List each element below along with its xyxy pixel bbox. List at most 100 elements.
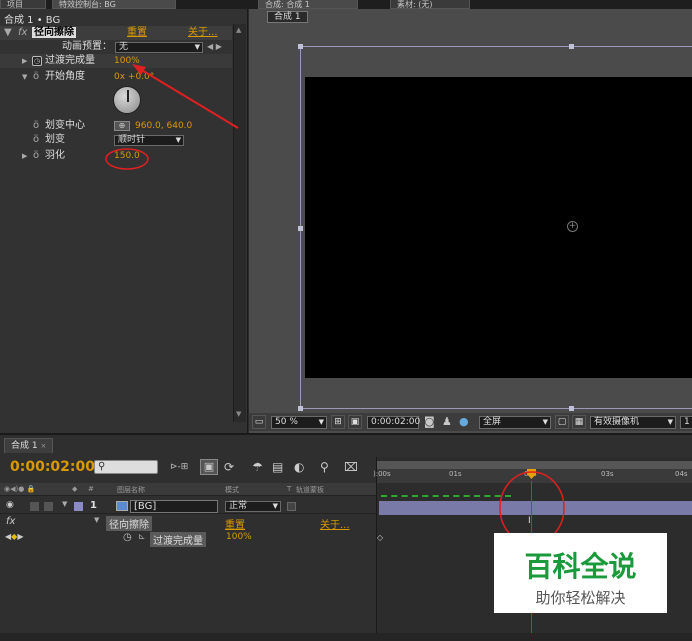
- fx-switch[interactable]: fx: [6, 516, 15, 527]
- ruler-label: ):00s: [373, 470, 391, 478]
- live-update-icon[interactable]: ▣: [200, 459, 218, 475]
- composition-panel: 合成 1 + ▭ 50 % ▼ ⊞ ▣ 0:00:02:00 ◙ ♟ ● 全屏 ▼ …: [249, 9, 692, 433]
- resolution-dropdown[interactable]: 全屏 ▼: [479, 416, 551, 429]
- watermark-subtitle: 助你轻松解决: [535, 589, 626, 607]
- always-preview-icon[interactable]: ▭: [252, 415, 266, 429]
- mode-dropdown[interactable]: 正常 ▼: [225, 501, 281, 512]
- track-matte-header: 轨道蒙板: [296, 486, 324, 494]
- layer-number: 1: [90, 500, 97, 511]
- mode-header: 模式: [225, 486, 239, 494]
- timeline-property-row[interactable]: ◀◆▶ ◷ ⊾ 过渡完成量 100%: [0, 531, 376, 547]
- annotation-arrowhead: [132, 64, 146, 75]
- motion-blur-icon[interactable]: ◐: [294, 460, 304, 474]
- layer-header-row: ◉◀)● 🔒 ◆ # 图层名称 模式 T 轨道蒙板: [0, 483, 376, 496]
- title-safe-icon[interactable]: ⊞: [331, 415, 345, 429]
- chevron-down-icon: ▼: [318, 418, 324, 426]
- label-icon: ◆: [72, 485, 78, 493]
- preserve-transparency-checkbox[interactable]: [287, 502, 296, 511]
- tab-composition[interactable]: 合成: 合成 1: [258, 0, 358, 9]
- graph-icon[interactable]: ⊾: [138, 532, 146, 542]
- comp-mini-flowchart-icon[interactable]: ⊳-⊞: [170, 462, 188, 472]
- camera-value: 有效摄像机: [594, 417, 640, 427]
- transform-handle[interactable]: [569, 406, 574, 411]
- footage-icon: [116, 501, 128, 511]
- timeline-tab-label: 合成 1: [11, 441, 38, 451]
- search-icon: ⚲: [98, 461, 106, 472]
- transparency-grid-icon[interactable]: ▦: [572, 415, 586, 429]
- transform-handle[interactable]: [298, 406, 303, 411]
- close-icon[interactable]: ×: [40, 442, 46, 450]
- about-link[interactable]: 关于...: [320, 516, 350, 531]
- ram-preview-bar: [381, 495, 511, 498]
- keyframe-nav-icon[interactable]: ◀◆▶: [5, 532, 23, 541]
- watermark: 百科全说 助你轻松解决: [494, 533, 667, 613]
- draft-3d-icon[interactable]: ⟳: [224, 460, 234, 474]
- chevron-down-icon: ▼: [542, 418, 548, 426]
- scroll-down-icon[interactable]: ▼: [236, 410, 241, 418]
- current-time[interactable]: 0:00:02:00: [10, 459, 95, 475]
- eye-icon[interactable]: ◉: [6, 500, 14, 510]
- solo-switch[interactable]: [30, 502, 39, 511]
- lock-switch[interactable]: [44, 502, 53, 511]
- tab-composition-label: 合成: 合成 1: [265, 0, 310, 9]
- frame-blend-icon[interactable]: ▤: [272, 460, 283, 474]
- resolution-value: 全屏: [483, 417, 502, 427]
- keyframe-icon[interactable]: ◇: [377, 533, 383, 542]
- reset-link[interactable]: 重置: [225, 516, 245, 531]
- graph-editor-icon[interactable]: ⚲: [320, 460, 329, 474]
- annotation-circle-feather: [105, 148, 149, 170]
- twirl-open-icon[interactable]: ▼: [94, 516, 99, 524]
- timeline-tab[interactable]: 合成 1 ×: [4, 438, 54, 453]
- twirl-open-icon[interactable]: ▼: [62, 500, 67, 508]
- anchor-point-icon[interactable]: +: [567, 221, 578, 232]
- comp-tab[interactable]: 合成 1: [267, 11, 308, 23]
- label-color-swatch[interactable]: [74, 502, 83, 511]
- viewer-toolbar: ▭ 50 % ▼ ⊞ ▣ 0:00:02:00 ◙ ♟ ● 全屏 ▼ ▢ ▦ 有效摄…: [249, 413, 692, 431]
- property-value[interactable]: 100%: [226, 532, 252, 542]
- layer-search-input[interactable]: ⚲: [94, 460, 158, 474]
- comp-tab-label: 合成 1: [274, 12, 301, 22]
- brainstorm-icon[interactable]: ⌧: [344, 460, 358, 474]
- tab-footage-label: 素材: (无): [397, 0, 433, 9]
- number-header: #: [88, 485, 94, 493]
- watermark-title: 百科全说: [524, 550, 637, 583]
- views-dropdown[interactable]: 1: [680, 416, 692, 429]
- layer-name[interactable]: [BG]: [130, 500, 218, 513]
- layer-row[interactable]: ◉ ▼ 1 [BG] 正常 ▼: [0, 499, 376, 514]
- layer-name-text: [BG]: [134, 501, 157, 512]
- tab-footage[interactable]: 素材: (无): [390, 0, 470, 9]
- shy-icon[interactable]: ☂: [252, 460, 263, 474]
- comp-canvas[interactable]: +: [305, 77, 692, 378]
- views-value: 1: [684, 417, 690, 427]
- show-snapshot-icon[interactable]: ♟: [442, 415, 452, 428]
- timecode-field[interactable]: 0:00:02:00: [367, 416, 421, 429]
- effect-name[interactable]: 径向擦除: [106, 516, 152, 531]
- channel-icon[interactable]: ●: [459, 415, 469, 428]
- timecode-value: 0:00:02:00: [371, 417, 421, 427]
- timeline-status-bar: [0, 633, 692, 641]
- av-switches-icon: ◉◀)● 🔒: [4, 485, 36, 493]
- ruler-label: 03s: [601, 470, 614, 478]
- ruler-label: 01s: [449, 470, 462, 478]
- ruler-label: 04s: [675, 470, 688, 478]
- transform-handle[interactable]: [569, 44, 574, 49]
- transform-handle[interactable]: [298, 44, 303, 49]
- timeline-panel: 合成 1 × 0:00:02:00 ⚲ ⊳-⊞ ▣ ⟳ ☂ ▤ ◐ ⚲ ⌧ ◉◀…: [0, 433, 692, 641]
- zoom-value: 50 %: [275, 417, 298, 427]
- t-header: T: [287, 485, 292, 493]
- property-name: 过渡完成量: [150, 532, 206, 547]
- camera-snapshot-icon[interactable]: ◙: [424, 415, 435, 428]
- mask-visibility-icon[interactable]: ▣: [348, 415, 362, 429]
- transform-handle[interactable]: [298, 226, 303, 231]
- layer-name-header[interactable]: 图层名称: [117, 485, 145, 495]
- annotation-overlay: [105, 64, 239, 170]
- chevron-down-icon: ▼: [272, 502, 278, 510]
- annotation-arrow: [134, 65, 239, 129]
- mode-value: 正常: [229, 501, 248, 511]
- region-of-interest-icon[interactable]: ▢: [555, 415, 569, 429]
- camera-dropdown[interactable]: 有效摄像机 ▼: [590, 416, 676, 429]
- zoom-dropdown[interactable]: 50 % ▼: [271, 416, 327, 429]
- chevron-down-icon: ▼: [667, 418, 673, 426]
- stopwatch-active-icon[interactable]: ◷: [123, 532, 132, 543]
- timeline-effect-row[interactable]: fx ▼ 径向擦除 重置 关于...: [0, 515, 376, 531]
